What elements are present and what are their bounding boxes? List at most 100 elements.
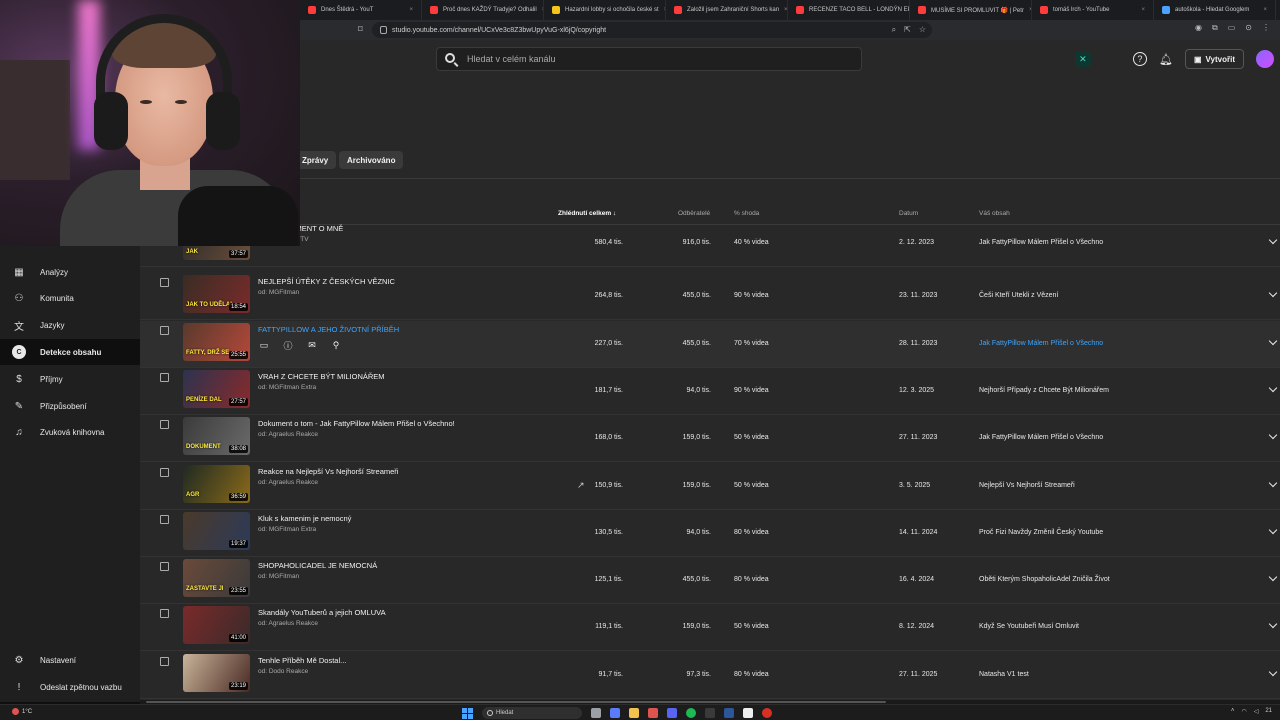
discord-icon[interactable] (667, 708, 677, 718)
sidebar-item-languages[interactable]: 文 Jazyky (0, 312, 140, 338)
header-date[interactable]: Datum (899, 210, 918, 217)
create-button[interactable]: ▣ Vytvořit (1184, 49, 1244, 69)
new-tab-button[interactable]: + (1276, 5, 1280, 16)
table-row[interactable]: FATTY, DRŽ SE 25:55 FATTYPILLOW A JEHO ŽIV… (140, 320, 1280, 368)
row-checkbox[interactable] (160, 420, 169, 430)
notion-icon[interactable] (743, 708, 753, 718)
your-content-cell[interactable]: Jak FattyPillow Málem Přišel o Všechno (979, 340, 1103, 347)
puzzle-icon[interactable]: ⧉ (1212, 23, 1218, 33)
scrollbar-thumb[interactable] (146, 701, 886, 703)
app-icon[interactable] (705, 708, 715, 718)
chevron-down-icon[interactable] (1268, 384, 1278, 394)
table-row[interactable]: 23:19 Tenhle Příběh Mě Dostal... od: Dodo … (140, 652, 1280, 699)
browser-tab[interactable]: RECENZE TACO BELL - LONDÝN EP× (788, 0, 910, 20)
video-title[interactable]: Dokument o tom - Jak FattyPillow Málem P… (258, 419, 455, 428)
your-content-cell[interactable]: Jak FattyPillow Málem Přišel o Všechno (979, 239, 1103, 246)
table-row[interactable]: JAK37:57MINIDOKUMENT O MNĚod: FattyPillo… (140, 220, 1280, 267)
bell-icon[interactable]: 🔔︎ (1159, 52, 1173, 66)
row-checkbox[interactable] (160, 325, 169, 335)
word-icon[interactable] (724, 708, 734, 718)
browser-tab[interactable]: Proč dnes KAŽDÝ Tradyje? Odhalil× (422, 0, 544, 20)
sidebar-item-feedback[interactable]: ! Odeslat zpětnou vazbu (0, 674, 140, 700)
table-row[interactable]: 41:00 Skandály YouTuberů a jejich OMLUVA o… (140, 604, 1280, 652)
chevron-down-icon[interactable] (1268, 620, 1278, 630)
sidebar-item-settings[interactable]: ⚙ Nastavení (0, 647, 140, 673)
weather-widget[interactable]: 1°C (12, 708, 32, 715)
task-view-icon[interactable] (591, 708, 601, 718)
your-content-cell[interactable]: Nejlepší Vs Nejhorší Streameři (979, 482, 1075, 489)
row-checkbox[interactable] (160, 467, 169, 477)
star-icon[interactable]: ☆ (919, 25, 926, 35)
video-title[interactable]: Skandály YouTuberů a jejich OMLUVA (258, 608, 386, 617)
header-views[interactable]: Zhlédnutí celkem ↓ (558, 210, 616, 217)
profile-icon[interactable]: ⊙ (1245, 23, 1252, 33)
sidebar-item-customization[interactable]: ✎ Přizpůsobení (0, 393, 140, 419)
table-row[interactable]: DOKUMENT 38:08 Dokument o tom - Jak FattyP… (140, 415, 1280, 463)
obs-icon[interactable] (762, 708, 772, 718)
browser-tab[interactable]: Hazardní lobby si ochočila české st× (544, 0, 666, 20)
taskbar-search[interactable]: Hledat (482, 707, 582, 719)
sidebar-item-community[interactable]: ⚇ Komunita (0, 285, 140, 311)
table-row[interactable]: ZASTAVTE JI 23:55 SHOPAHOLICADEL JE NEMOCN… (140, 557, 1280, 605)
video-thumbnail[interactable]: ZASTAVTE JI 23:55 (183, 559, 250, 598)
row-checkbox[interactable] (160, 562, 169, 572)
your-content-cell[interactable]: Když Se Youtubeři Musí Omluvit (979, 623, 1079, 630)
file-explorer-icon[interactable] (629, 708, 639, 718)
table-row[interactable]: PENÍZE DAL 27:57 VRAH Z CHCETE BÝT MILIONÁ… (140, 368, 1280, 415)
table-row[interactable]: AGR 36:59 Reakce na Nejlepší Vs Nejhorší S… (140, 463, 1280, 510)
browser-tab[interactable]: Dnes Štědrá - YouT × (300, 0, 422, 20)
folder-icon[interactable]: ▭ (258, 340, 270, 352)
sidebar-item-analytics[interactable]: ▦ Analýzy (0, 259, 140, 285)
table-row[interactable]: JAK TO UDĚLAL 18:54 NEJLEPŠÍ ÚTĚKY Z ČESKÝ… (140, 273, 1280, 321)
your-content-cell[interactable]: Oběti Kterým ShopaholicAdel Zničila Živo… (979, 576, 1110, 583)
header-your-content[interactable]: Váš obsah (979, 210, 1010, 217)
chip-messages[interactable]: Zprávy (294, 151, 337, 169)
sidebar-item-earn[interactable]: $ Příjmy (0, 366, 140, 392)
chevron-down-icon[interactable] (1268, 337, 1278, 347)
spotify-icon[interactable] (686, 708, 696, 718)
video-thumbnail[interactable]: 19:37 (183, 511, 250, 550)
bookmark-icon[interactable]: ⌑ (358, 24, 363, 35)
your-content-cell[interactable]: Proč Fizi Navždy Změnil Český Youtube (979, 529, 1103, 536)
chevron-down-icon[interactable] (1268, 289, 1278, 299)
browser-tab[interactable]: MUSÍME SI PROMLUVIT 🎁 | Petr× (910, 0, 1032, 20)
chevron-down-icon[interactable] (1268, 526, 1278, 536)
address-bar[interactable]: studio.youtube.com/channel/UCxVe3c8Z3bwU… (372, 22, 932, 38)
sidebar-icon[interactable]: ▭ (1228, 23, 1236, 33)
row-checkbox[interactable] (160, 656, 169, 666)
avatar[interactable] (1256, 50, 1274, 68)
copilot-icon[interactable] (610, 708, 620, 718)
video-thumbnail[interactable]: FATTY, DRŽ SE 25:55 (183, 322, 250, 361)
person-icon[interactable]: ⚲ (330, 340, 342, 352)
your-content-cell[interactable]: Češi Kteří Utekli z Vězení (979, 292, 1058, 299)
header-match[interactable]: % shoda (734, 210, 759, 217)
chevron-down-icon[interactable] (1268, 668, 1278, 678)
table-row[interactable]: 19:37 Kluk s kamenim je nemocný od: MGFitm… (140, 510, 1280, 557)
mail-icon[interactable]: ✉ (306, 340, 318, 352)
video-thumbnail[interactable]: AGR 36:59 (183, 464, 250, 503)
clock[interactable]: 21 (1265, 708, 1272, 715)
search-input[interactable]: Hledat v celém kanálu (436, 47, 862, 71)
video-title[interactable]: Tenhle Příběh Mě Dostal... (258, 656, 346, 665)
header-subscribers[interactable]: Odběratelé (678, 210, 710, 217)
video-thumbnail[interactable]: PENÍZE DAL 27:57 (183, 369, 250, 408)
video-title[interactable]: FATTYPILLOW A JEHO ŽIVOTNÍ PŘÍBĚH (258, 325, 399, 334)
video-thumbnail[interactable]: 41:00 (183, 606, 250, 645)
extension-logo-icon[interactable]: ✕ (1074, 51, 1091, 67)
tab-close-icon[interactable]: × (1263, 7, 1267, 13)
info-icon[interactable]: ⓘ (282, 340, 294, 352)
zoom-icon[interactable]: ⌕ (892, 25, 896, 35)
start-icon[interactable] (462, 707, 473, 719)
video-title[interactable]: VRAH Z CHCETE BÝT MILIONÁŘEM (258, 372, 385, 381)
tab-close-icon[interactable]: × (1141, 7, 1145, 13)
browser-tab[interactable]: Založil jsem Zahraniční Shorts kan × (666, 0, 788, 20)
chevron-up-icon[interactable]: ˄ (1231, 708, 1235, 715)
chevron-down-icon[interactable] (1268, 479, 1278, 489)
video-title[interactable]: NEJLEPŠÍ ÚTĚKY Z ČESKÝCH VĚZNIC (258, 277, 395, 286)
help-icon[interactable]: ? (1132, 52, 1147, 66)
chip-archived[interactable]: Archivováno (339, 151, 404, 169)
tab-close-icon[interactable]: × (409, 7, 413, 13)
browser-tab[interactable]: autoškola - Hledat Googlem × (1154, 0, 1276, 20)
video-thumbnail[interactable]: DOKUMENT 38:08 (183, 417, 250, 456)
wifi-icon[interactable]: ◠ (1241, 708, 1246, 715)
